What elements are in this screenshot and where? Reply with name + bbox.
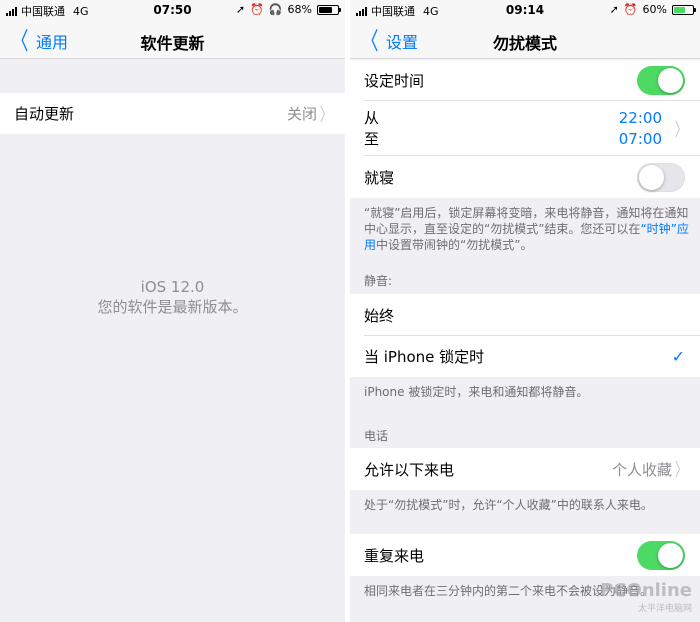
from-time: 22:00 [618, 109, 662, 127]
phone-header: 电话 [364, 429, 389, 443]
silence-option-label: 当 iPhone 锁定时 [364, 348, 485, 366]
location-arrow-icon: ➚ [609, 3, 619, 16]
schedule-time-cell[interactable]: 从 至 22:00 07:00 〉 [350, 101, 700, 156]
allow-calls-value: 个人收藏 [611, 460, 672, 479]
navigation-bar: 〈 通用 软件更新 [0, 20, 345, 59]
update-status-info: iOS 12.0 您的软件是最新版本。 [0, 277, 345, 317]
chevron-right-icon: 〉 [674, 460, 688, 481]
to-time: 07:00 [618, 130, 662, 148]
update-message: 您的软件是最新版本。 [97, 298, 248, 316]
auto-update-label: 自动更新 [14, 105, 75, 123]
repeated-calls-label: 重复来电 [364, 546, 425, 565]
location-arrow-icon: ➚ [235, 3, 246, 16]
bedtime-toggle[interactable] [637, 163, 685, 192]
from-label: 从 [364, 108, 380, 127]
headphones-icon: 🎧 [268, 3, 283, 16]
bedtime-footer: “就寝”启用后，锁定屏幕将变暗，来电将静音，通知将在通知中心显示，直至设定的“勿… [364, 205, 690, 253]
chevron-right-icon: 〉 [674, 119, 688, 141]
battery-percent: 60% [642, 3, 667, 16]
repeated-calls-toggle[interactable] [637, 541, 685, 570]
scheduled-toggle[interactable] [637, 66, 685, 95]
allow-calls-label: 允许以下来电 [364, 460, 455, 479]
bedtime-footer-text-end: 中设置带闹钟的“勿扰模式”。 [376, 238, 533, 252]
software-update-screen: 中国联通 4G 07:50 ➚ ⏰ 🎧 68% 〈 通用 软件更新 自动更新 关… [0, 0, 345, 622]
alarm-icon: ⏰ [250, 3, 264, 16]
to-label: 至 [364, 129, 380, 148]
page-title: 软件更新 [140, 34, 205, 53]
silence-footer: iPhone 被锁定时，来电和通知都将静音。 [364, 385, 589, 399]
silence-option-always[interactable]: 始终 [350, 294, 700, 336]
allow-calls-footer: 处于“勿扰模式”时，允许“个人收藏”中的联系人来电。 [364, 498, 653, 512]
alarm-icon: ⏰ [623, 3, 638, 16]
status-bar: 中国联通 4G 07:50 ➚ ⏰ 🎧 68% [0, 0, 345, 20]
watermark-sub: 太平洋电脑网 [637, 604, 692, 614]
repeated-calls-cell: 重复来电 [350, 534, 700, 576]
navigation-bar: 〈 设置 勿扰模式 [350, 20, 700, 59]
scheduled-cell: 设定时间 [350, 60, 700, 101]
chevron-right-icon: 〉 [319, 104, 333, 126]
auto-update-cell[interactable]: 自动更新 关闭 〉 [0, 93, 345, 134]
silence-header: 静音: [364, 274, 393, 288]
battery-percent: 68% [287, 3, 312, 16]
silence-option-label: 始终 [364, 306, 395, 325]
silence-option-locked[interactable]: 当 iPhone 锁定时 ✓ [350, 336, 700, 377]
allow-calls-cell[interactable]: 允许以下来电 个人收藏 〉 [350, 448, 700, 490]
scheduled-label: 设定时间 [364, 72, 425, 90]
bedtime-label: 就寝 [364, 168, 395, 187]
checkmark-icon: ✓ [671, 347, 685, 366]
bedtime-cell: 就寝 [350, 156, 700, 198]
auto-update-value: 关闭 [286, 105, 317, 123]
pconline-watermark: PCOnline 太平洋电脑网 [600, 582, 692, 618]
watermark-brand: PCOnline [600, 580, 692, 601]
page-title: 勿扰模式 [492, 34, 557, 53]
battery-icon [317, 4, 341, 15]
battery-icon [672, 4, 696, 15]
ios-version: iOS 12.0 [140, 278, 205, 296]
status-bar: 中国联通 4G 09:14 ➚ ⏰ 60% [350, 0, 700, 20]
do-not-disturb-screen: 中国联通 4G 09:14 ➚ ⏰ 60% 〈 设置 勿扰模式 设定时间 从 至… [350, 0, 700, 622]
